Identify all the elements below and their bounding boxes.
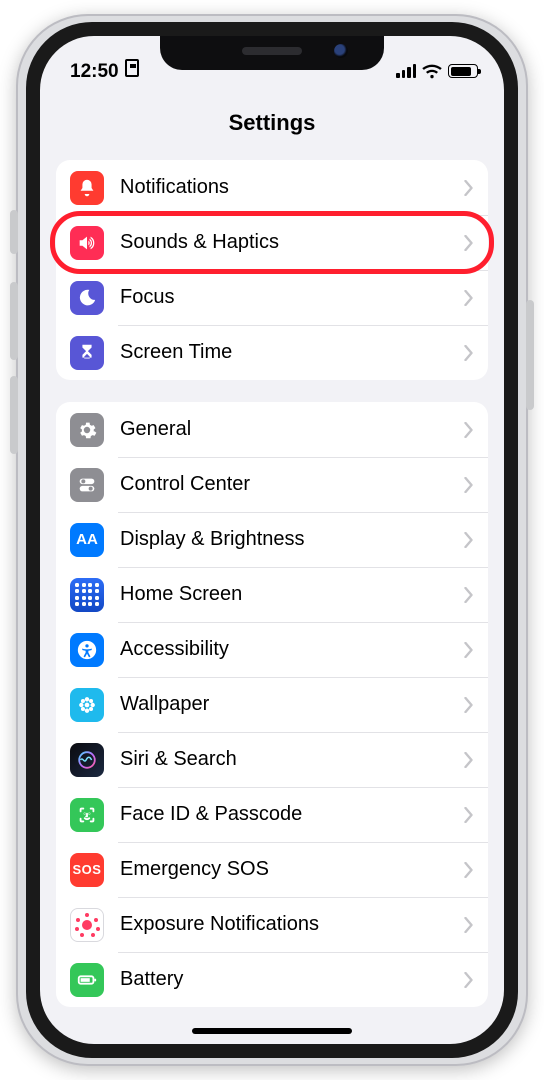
flower-icon [70, 688, 104, 722]
chevron-right-icon [464, 235, 474, 251]
settings-row-home-screen[interactable]: Home Screen [56, 567, 488, 622]
covid-icon [70, 908, 104, 942]
siri-icon [70, 743, 104, 777]
settings-row-label: Sounds & Haptics [120, 231, 464, 254]
device-notch [160, 36, 384, 70]
chevron-right-icon [464, 587, 474, 603]
mute-switch [10, 210, 18, 254]
settings-row-label: Home Screen [120, 583, 464, 606]
settings-row-wallpaper[interactable]: Wallpaper [56, 677, 488, 732]
settings-row-label: Screen Time [120, 341, 464, 364]
accessibility-icon [70, 633, 104, 667]
cellular-signal-icon [396, 64, 416, 78]
chevron-right-icon [464, 642, 474, 658]
settings-row-display-brightness[interactable]: AA Display & Brightness [56, 512, 488, 567]
settings-row-label: Face ID & Passcode [120, 803, 464, 826]
chevron-right-icon [464, 917, 474, 933]
settings-row-battery[interactable]: Battery [56, 952, 488, 1007]
power-button [526, 300, 534, 410]
speaker-icon [70, 226, 104, 260]
sos-icon: SOS [70, 853, 104, 887]
chevron-right-icon [464, 477, 474, 493]
chevron-right-icon [464, 345, 474, 361]
chevron-right-icon [464, 752, 474, 768]
wifi-icon [422, 64, 442, 78]
settings-row-label: Notifications [120, 176, 464, 199]
settings-group: General Control Center AA Display & Brightn… [56, 402, 488, 1007]
settings-row-focus[interactable]: Focus [56, 270, 488, 325]
toggles-icon [70, 468, 104, 502]
settings-row-label: Control Center [120, 473, 464, 496]
device-screen: 12:50 Settings Notifications Sounds & Hap… [40, 36, 504, 1044]
settings-row-label: Accessibility [120, 638, 464, 661]
chevron-right-icon [464, 697, 474, 713]
home-grid-icon [70, 578, 104, 612]
settings-row-label: Exposure Notifications [120, 913, 464, 936]
settings-row-control-center[interactable]: Control Center [56, 457, 488, 512]
settings-row-sounds-haptics[interactable]: Sounds & Haptics [56, 215, 488, 270]
chevron-right-icon [464, 532, 474, 548]
home-indicator[interactable] [192, 1028, 352, 1034]
settings-row-notifications[interactable]: Notifications [56, 160, 488, 215]
settings-row-label: Siri & Search [120, 748, 464, 771]
settings-row-accessibility[interactable]: Accessibility [56, 622, 488, 677]
settings-row-label: Wallpaper [120, 693, 464, 716]
settings-row-label: General [120, 418, 464, 441]
bell-icon [70, 171, 104, 205]
chevron-right-icon [464, 422, 474, 438]
hourglass-icon [70, 336, 104, 370]
chevron-right-icon [464, 290, 474, 306]
page-title: Settings [229, 110, 316, 136]
gear-icon [70, 413, 104, 447]
chevron-right-icon [464, 180, 474, 196]
volume-down-button [10, 376, 18, 454]
settings-row-label: Battery [120, 968, 464, 991]
settings-content[interactable]: Notifications Sounds & Haptics Focus Screen… [40, 154, 504, 1044]
settings-row-general[interactable]: General [56, 402, 488, 457]
settings-row-siri-search[interactable]: Siri & Search [56, 732, 488, 787]
status-time: 12:50 [70, 61, 119, 83]
volume-up-button [10, 282, 18, 360]
battery-icon [70, 963, 104, 997]
chevron-right-icon [464, 807, 474, 823]
settings-row-label: Emergency SOS [120, 858, 464, 881]
nav-bar: Settings [40, 92, 504, 154]
battery-status-icon [448, 64, 478, 78]
settings-row-emergency-sos[interactable]: SOS Emergency SOS [56, 842, 488, 897]
aa-icon: AA [70, 523, 104, 557]
settings-group: Notifications Sounds & Haptics Focus Screen… [56, 160, 488, 380]
faceid-icon [70, 798, 104, 832]
chevron-right-icon [464, 972, 474, 988]
settings-row-exposure-notifications[interactable]: Exposure Notifications [56, 897, 488, 952]
settings-row-label: Display & Brightness [120, 528, 464, 551]
settings-row-screen-time[interactable]: Screen Time [56, 325, 488, 380]
sim-icon [125, 59, 139, 77]
settings-row-label: Focus [120, 286, 464, 309]
settings-row-face-id-passcode[interactable]: Face ID & Passcode [56, 787, 488, 842]
moon-icon [70, 281, 104, 315]
chevron-right-icon [464, 862, 474, 878]
